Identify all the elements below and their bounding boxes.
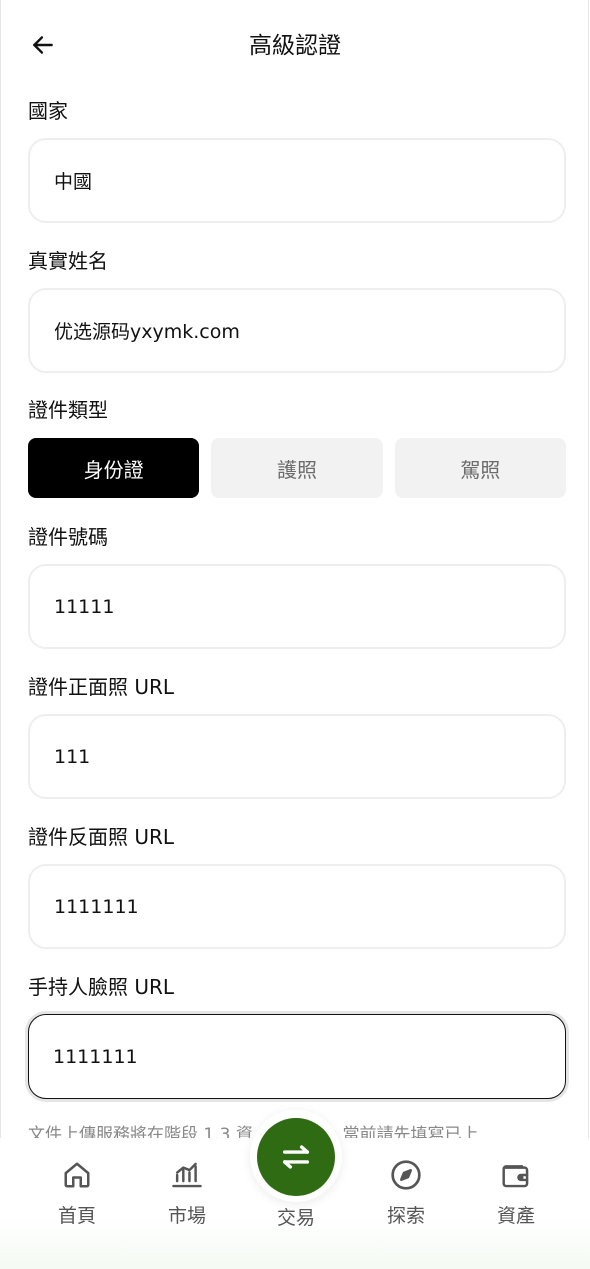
nav-item-assets[interactable]: 資產 [471, 1158, 561, 1238]
id-number-label: 證件號碼 [28, 525, 108, 549]
id-type-option-drivers-license[interactable]: 駕照 [394, 438, 566, 498]
real-name-label: 真實姓名 [28, 249, 108, 273]
home-icon [60, 1158, 94, 1192]
id-type-option-id-card[interactable]: 身份證 [28, 438, 200, 498]
country-field-box [28, 138, 566, 223]
id-front-url-label: 證件正面照 URL [28, 675, 175, 699]
id-back-url-label: 證件反面照 URL [28, 825, 175, 849]
nav-label-home: 首頁 [57, 1205, 96, 1227]
right-edge [588, 0, 589, 1269]
id-type-label: 證件類型 [28, 398, 108, 422]
id-number-input[interactable] [30, 566, 564, 647]
id-front-url-field-box [28, 714, 566, 799]
nav-label-market: 市場 [167, 1205, 206, 1227]
id-front-url-input[interactable] [30, 716, 564, 797]
id-number-field-box [28, 564, 566, 649]
nav-item-home[interactable]: 首頁 [32, 1158, 122, 1238]
handheld-url-input[interactable] [29, 1015, 565, 1098]
swap-arrows-icon [282, 1145, 310, 1169]
id-back-url-input[interactable] [30, 866, 564, 947]
nav-label-assets: 資產 [496, 1205, 535, 1227]
country-label: 國家 [28, 99, 68, 123]
trade-button[interactable] [257, 1118, 335, 1196]
page-title: 高級認證 [249, 33, 341, 59]
wallet-icon [499, 1158, 533, 1192]
nav-item-explore[interactable]: 探索 [361, 1158, 451, 1238]
nav-label-trade: 交易 [276, 1207, 315, 1229]
handheld-url-field-box [28, 1014, 566, 1099]
header: 高級認證 [0, 0, 590, 92]
id-type-selector: 身份證 護照 駕照 [28, 438, 566, 498]
market-chart-icon [170, 1158, 204, 1192]
nav-item-market[interactable]: 市場 [142, 1158, 232, 1238]
compass-icon [389, 1158, 423, 1192]
left-edge [0, 0, 1, 1269]
id-type-option-passport[interactable]: 護照 [211, 438, 383, 498]
real-name-field-box [28, 288, 566, 373]
handheld-url-label: 手持人臉照 URL [28, 975, 175, 999]
id-back-url-field-box [28, 864, 566, 949]
real-name-input[interactable] [30, 290, 564, 371]
nav-label-explore: 探索 [386, 1205, 425, 1227]
country-input[interactable] [30, 140, 564, 221]
